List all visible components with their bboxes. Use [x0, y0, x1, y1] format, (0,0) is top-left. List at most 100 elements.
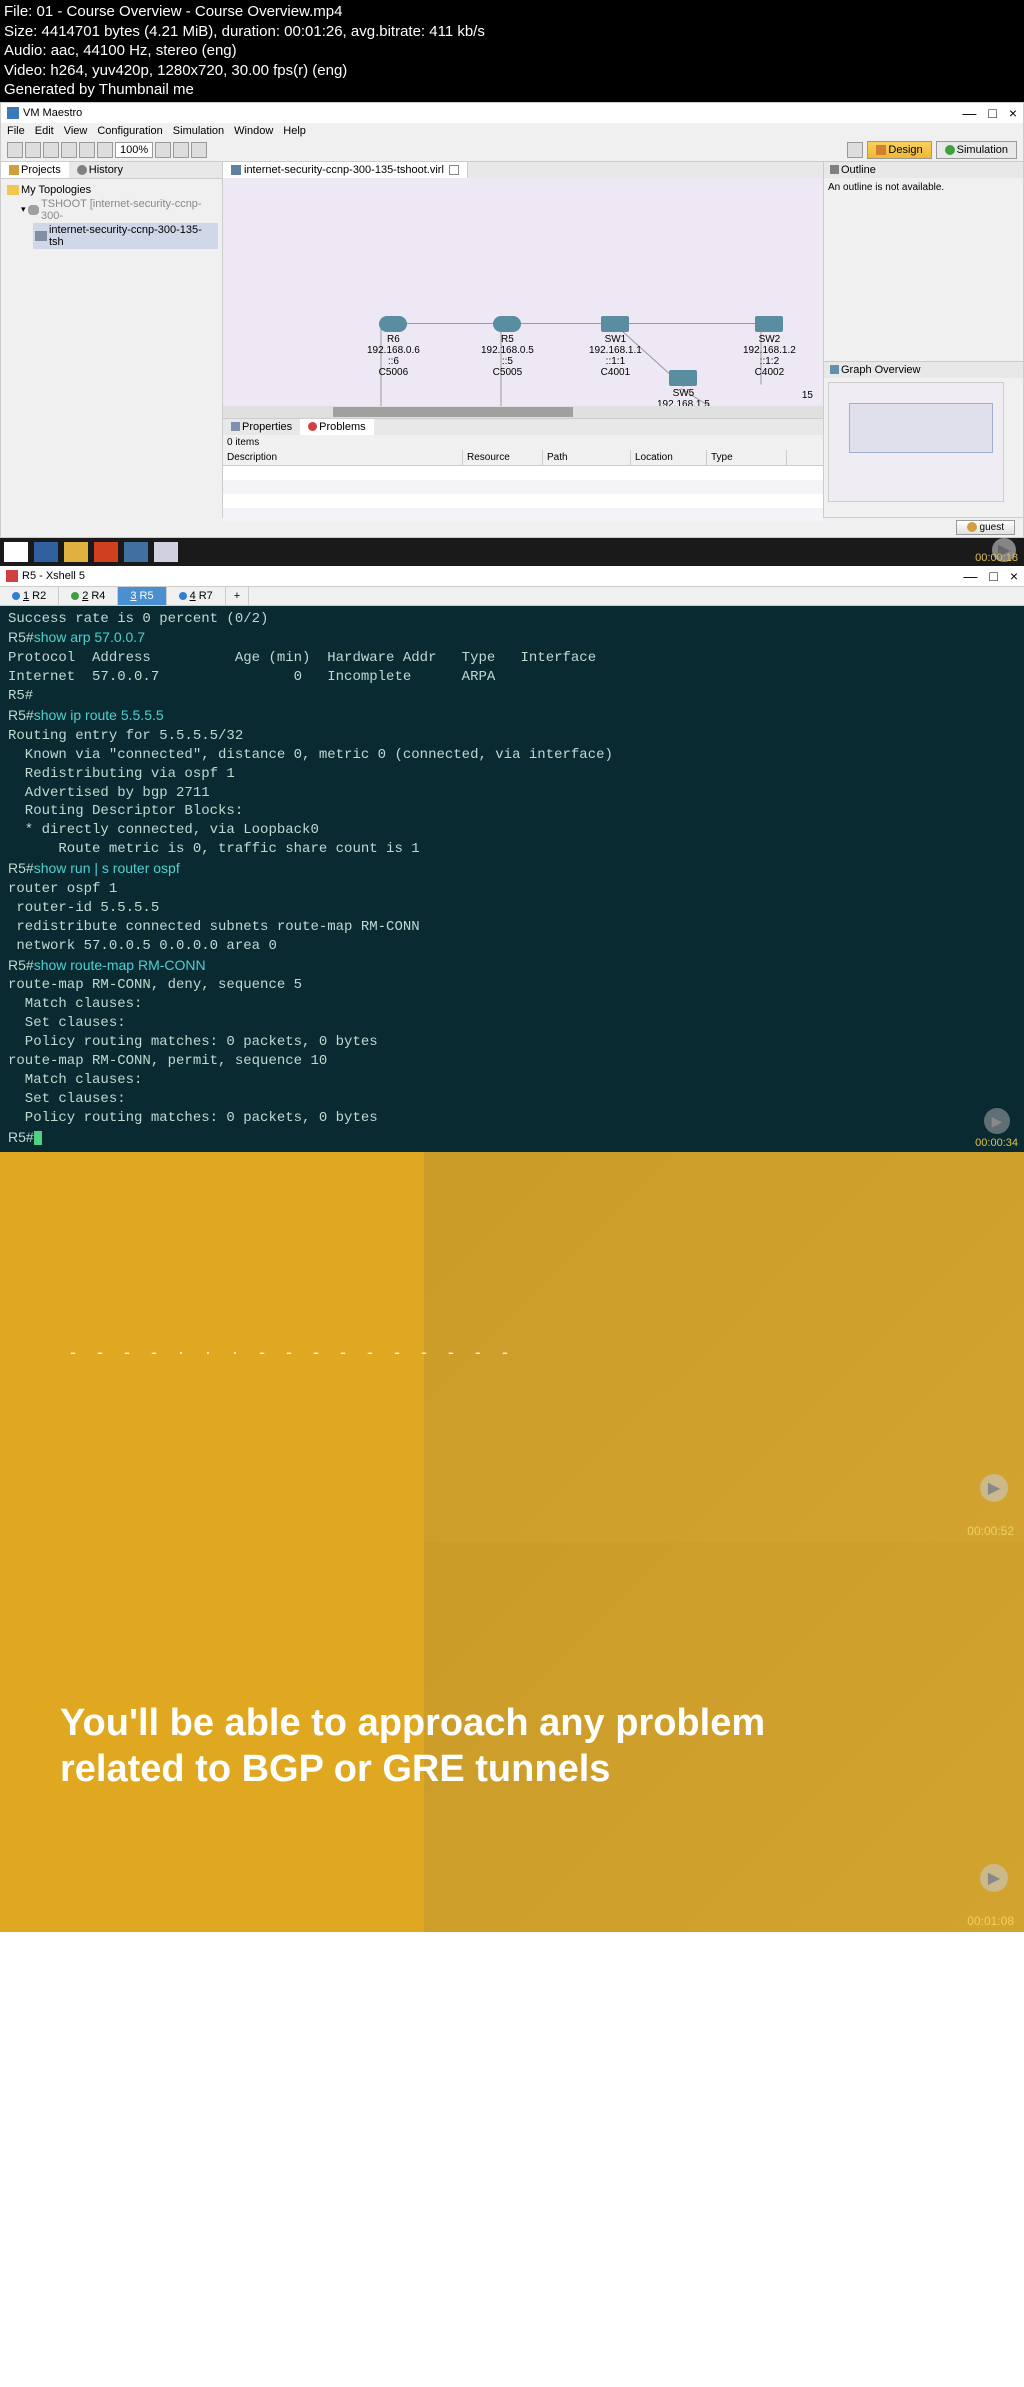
toolbar-btn[interactable]: [155, 142, 171, 158]
topology-diagram[interactable]: R6 192.168.0.6 ::6 C5006 R5 192.168.0.5 …: [223, 178, 823, 418]
vm-toolbar: 100% Design Simulation: [1, 139, 1023, 162]
close-button[interactable]: ×: [1010, 568, 1018, 584]
horizontal-scrollbar[interactable]: [223, 406, 823, 418]
properties-tab[interactable]: Properties: [223, 419, 300, 435]
table-row: [223, 480, 823, 494]
xshell-tab-r5[interactable]: 3 R5: [118, 587, 166, 605]
xshell-title: R5 - Xshell 5: [22, 570, 85, 582]
menu-file[interactable]: File: [7, 125, 25, 137]
timestamp: 00:01:08: [967, 1914, 1014, 1928]
folder-icon: [7, 185, 19, 195]
menu-window[interactable]: Window: [234, 125, 273, 137]
items-count: 0 items: [223, 435, 823, 450]
history-tab[interactable]: History: [69, 162, 131, 178]
outline-content: An outline is not available.: [824, 178, 1023, 197]
project-tree: My Topologies ▾ TSHOOT [internet-securit…: [1, 179, 222, 518]
menu-simulation[interactable]: Simulation: [173, 125, 224, 137]
terminal-output[interactable]: Success rate is 0 percent (0/2) R5#show …: [0, 606, 1024, 1153]
tree-item-selected[interactable]: internet-security-ccnp-300-135-tsh: [33, 223, 218, 249]
toolbar-btn[interactable]: [191, 142, 207, 158]
user-icon: [967, 522, 977, 532]
col-type[interactable]: Type: [707, 450, 787, 465]
minimize-button[interactable]: —: [963, 568, 977, 584]
graph-overview-tab[interactable]: Graph Overview: [824, 362, 1023, 378]
guest-button[interactable]: guest: [956, 520, 1015, 535]
vm-task-icon[interactable]: [124, 542, 148, 562]
tree-root[interactable]: My Topologies: [5, 183, 218, 197]
file-icon: [35, 231, 47, 241]
powerpoint-icon[interactable]: [94, 542, 118, 562]
vm-app-icon: [7, 107, 19, 119]
projects-tab[interactable]: Projects: [1, 162, 69, 178]
col-location[interactable]: Location: [631, 450, 707, 465]
graph-icon: [830, 365, 839, 374]
start-button[interactable]: [4, 542, 28, 562]
toolbar-btn[interactable]: [7, 142, 23, 158]
media-info-header: File: 01 - Course Overview - Course Over…: [0, 0, 1024, 102]
audio-line: Audio: aac, 44100 Hz, stereo (eng): [4, 41, 1020, 61]
maximize-button[interactable]: □: [989, 568, 997, 584]
projects-icon: [9, 165, 19, 175]
tab-close-icon[interactable]: [449, 165, 459, 175]
table-row: [223, 508, 823, 522]
xshell-tab-r7[interactable]: 4 R7: [167, 587, 226, 605]
design-mode-button[interactable]: Design: [867, 141, 931, 159]
minimize-button[interactable]: —: [962, 105, 976, 121]
generated-line: Generated by Thumbnail me: [4, 80, 1020, 100]
toolbar-btn[interactable]: [79, 142, 95, 158]
switch-icon: [601, 316, 629, 332]
file-explorer-icon[interactable]: [64, 542, 88, 562]
problems-tab[interactable]: Problems: [300, 419, 373, 435]
play-button-icon[interactable]: ▶: [984, 1108, 1010, 1134]
scroll-thumb[interactable]: [333, 407, 573, 417]
toolbar-btn[interactable]: [847, 142, 863, 158]
new-tab-button[interactable]: +: [226, 587, 249, 605]
outline-icon: [830, 165, 839, 174]
timestamp: 00:00:34: [975, 1136, 1018, 1151]
toolbar-btn[interactable]: [173, 142, 189, 158]
col-description[interactable]: Description: [223, 450, 463, 465]
menu-help[interactable]: Help: [283, 125, 306, 137]
tree-item[interactable]: ▾ TSHOOT [internet-security-ccnp-300-: [19, 197, 218, 223]
table-row: [223, 466, 823, 480]
menu-view[interactable]: View: [64, 125, 88, 137]
xshell-tab-r4[interactable]: 2 R4: [59, 587, 118, 605]
toolbar-btn[interactable]: [43, 142, 59, 158]
table-header: Description Resource Path Location Type: [223, 450, 823, 466]
task-icon[interactable]: [154, 542, 178, 562]
bottom-panel: Properties Problems 0 items Description …: [223, 418, 823, 518]
zoom-input[interactable]: 100%: [115, 142, 153, 158]
file-icon: [231, 165, 241, 175]
xshell-window: R5 - Xshell 5 — □ × 1 R2 2 R4 3 R5 4 R7: [0, 566, 1024, 1153]
simulation-icon: [945, 145, 955, 155]
vm-titlebar: VM Maestro — □ ×: [1, 103, 1023, 123]
size-line: Size: 4414701 bytes (4.21 MiB), duration…: [4, 22, 1020, 42]
xshell-tab-r2[interactable]: 1 R2: [0, 587, 59, 605]
vm-menubar: File Edit View Configuration Simulation …: [1, 123, 1023, 139]
toolbar-btn[interactable]: [61, 142, 77, 158]
menu-configuration[interactable]: Configuration: [97, 125, 162, 137]
graph-overview-thumbnail[interactable]: [828, 382, 1004, 502]
simulation-mode-button[interactable]: Simulation: [936, 141, 1017, 159]
outline-tab[interactable]: Outline: [824, 162, 1023, 178]
menu-edit[interactable]: Edit: [35, 125, 54, 137]
col-path[interactable]: Path: [543, 450, 631, 465]
slide-text: You'll be able to approach any problem r…: [60, 1701, 765, 1792]
task-icon[interactable]: [34, 542, 58, 562]
timestamp: 00:00:18: [975, 552, 1018, 564]
table-body: [223, 466, 823, 522]
maximize-button[interactable]: □: [988, 105, 996, 121]
node-sw2[interactable]: SW2 192.168.1.2 ::1:2 C4002: [743, 316, 796, 378]
toolbar-btn[interactable]: [97, 142, 113, 158]
properties-icon: [231, 422, 240, 431]
col-resource[interactable]: Resource: [463, 450, 543, 465]
video-line: Video: h264, yuv420p, 1280x720, 30.00 fp…: [4, 61, 1020, 81]
node-sw1[interactable]: SW1 192.168.1.1 ::1:1 C4001: [589, 316, 642, 378]
history-icon: [77, 165, 87, 175]
topology-tab[interactable]: internet-security-ccnp-300-135-tshoot.vi…: [223, 162, 468, 178]
node-r6[interactable]: R6 192.168.0.6 ::6 C5006: [367, 316, 420, 378]
connection-dot-icon: [71, 592, 79, 600]
toolbar-btn[interactable]: [25, 142, 41, 158]
node-r5[interactable]: R5 192.168.0.5 ::5 C5005: [481, 316, 534, 378]
close-button[interactable]: ×: [1009, 105, 1017, 121]
